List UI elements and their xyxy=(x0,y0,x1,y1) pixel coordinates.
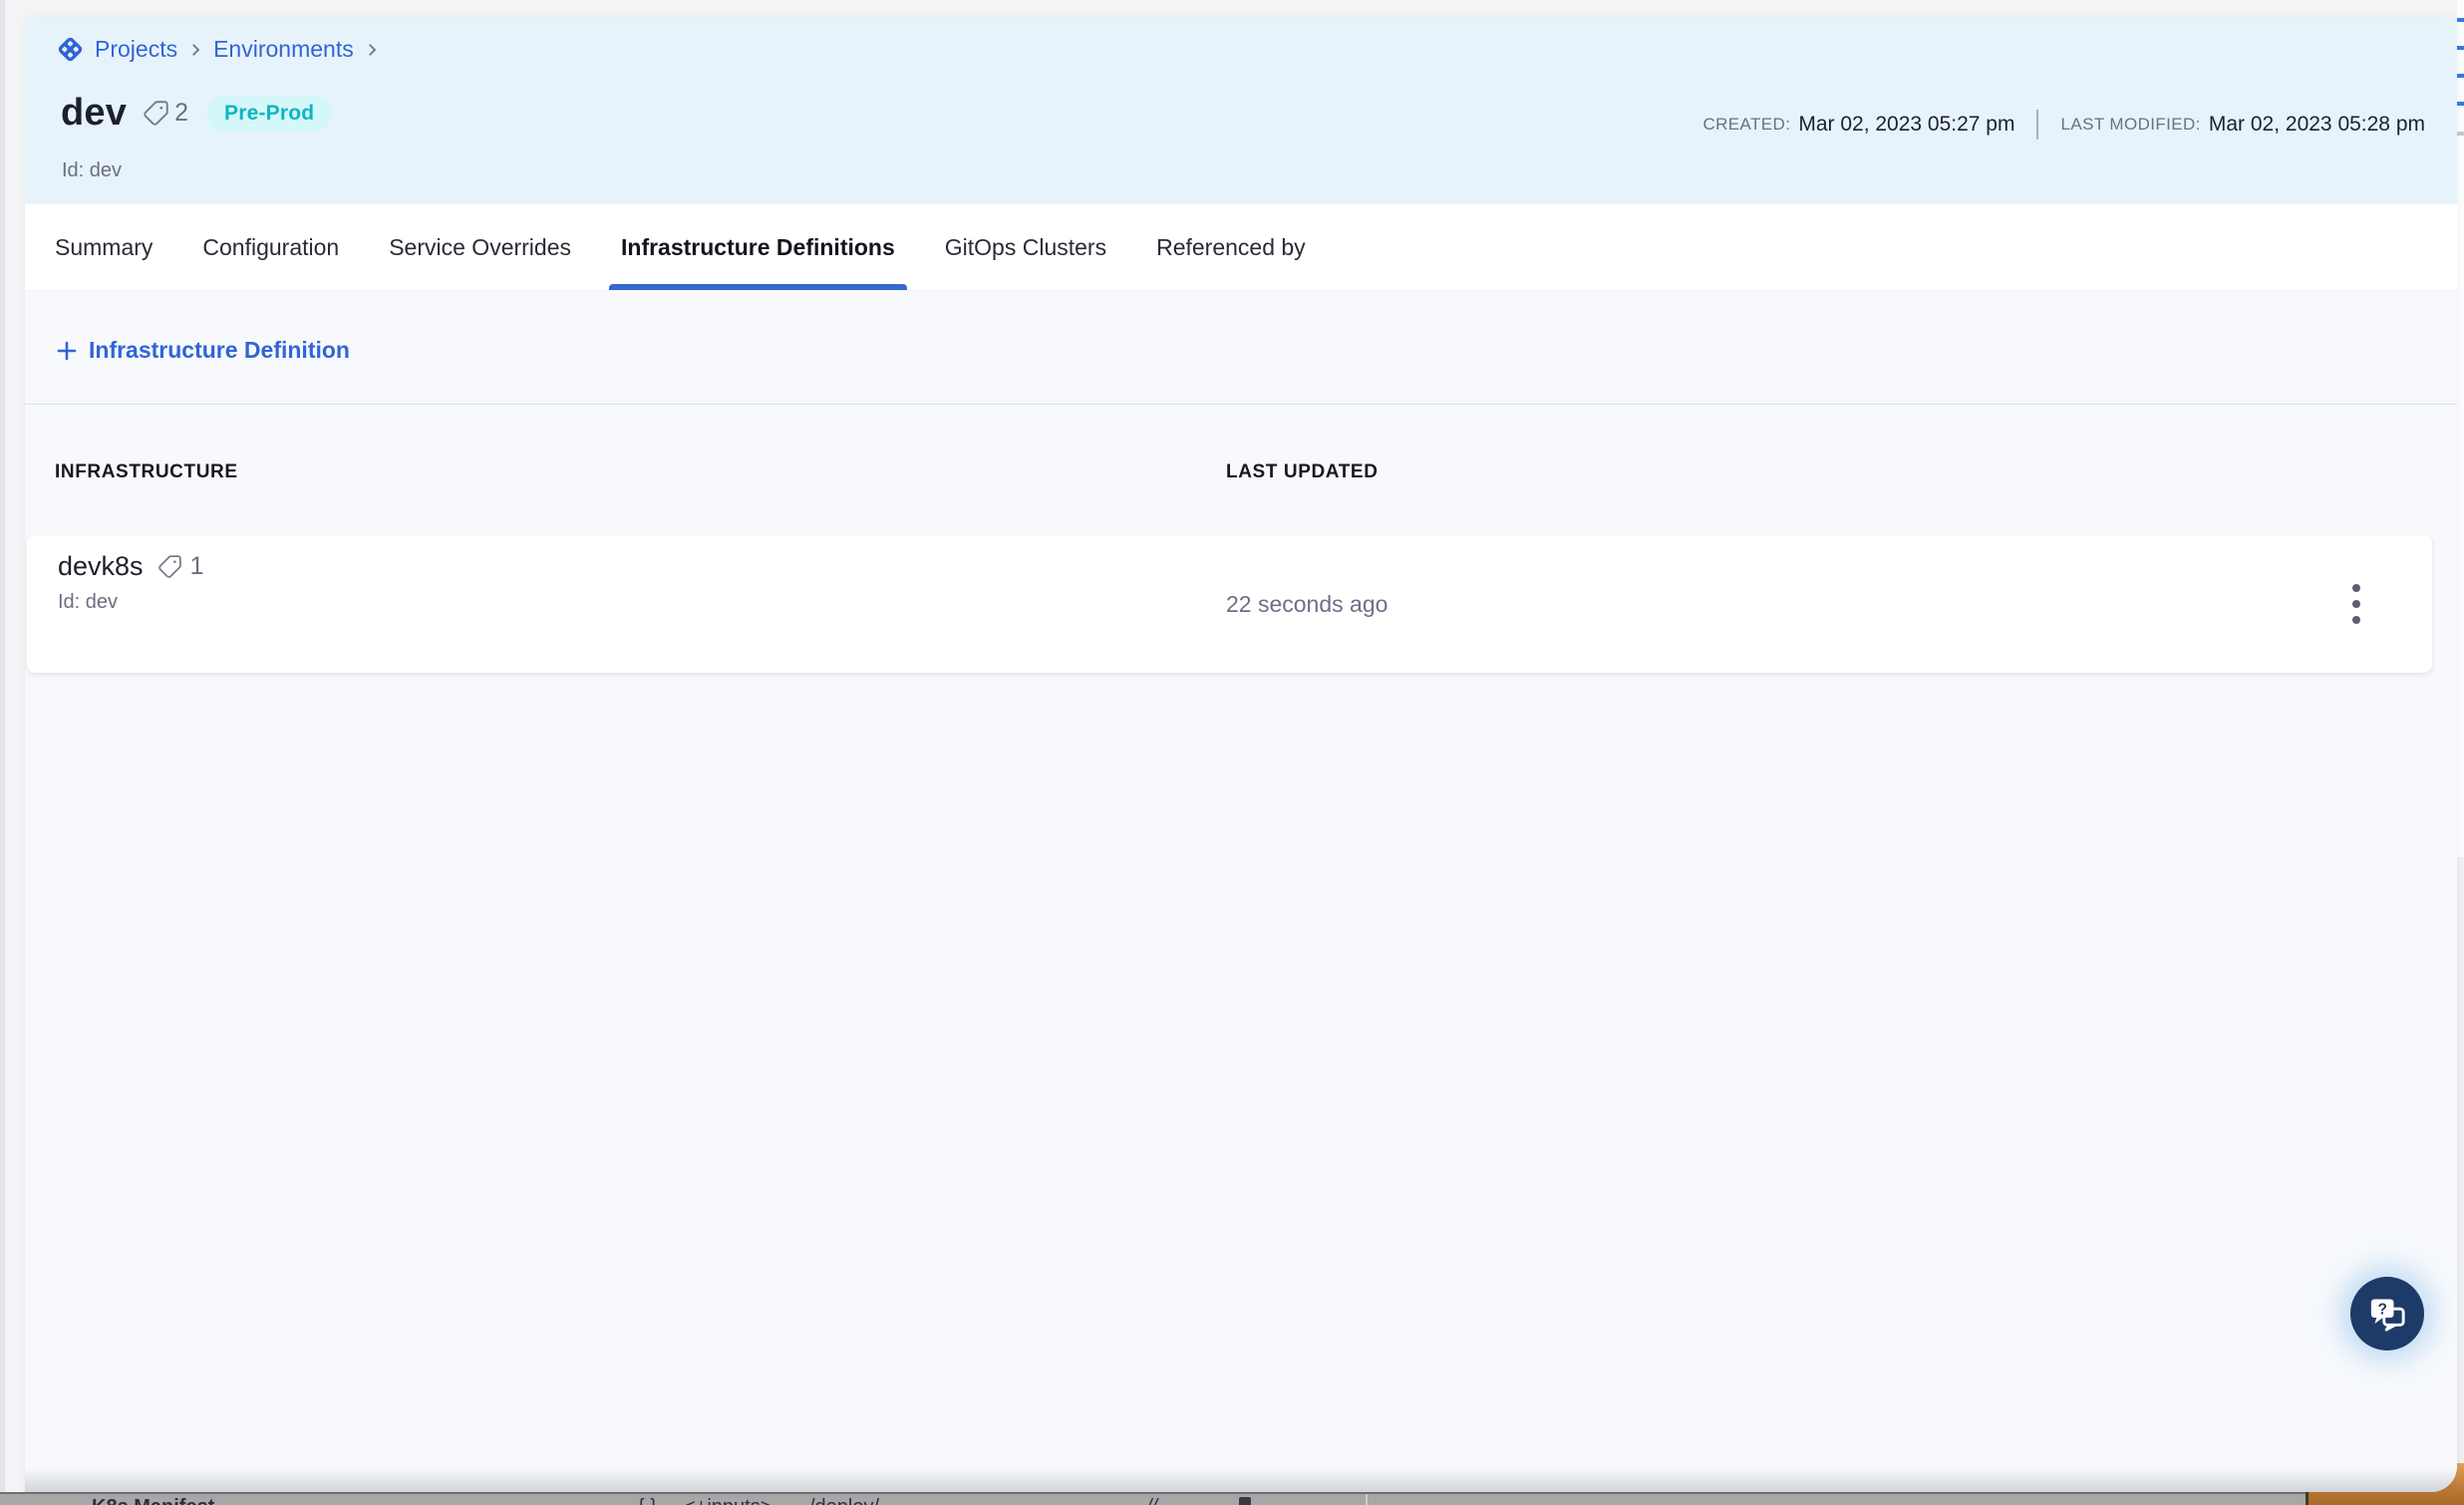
kebab-dot xyxy=(2352,600,2360,608)
tab-referenced-by[interactable]: Referenced by xyxy=(1144,204,1318,290)
breadcrumb-environments-link[interactable]: Environments xyxy=(213,36,354,63)
sliver-lower-area xyxy=(2457,857,2464,1463)
tag-count: 2 xyxy=(174,99,188,128)
breadcrumb-projects-link[interactable]: Projects xyxy=(95,36,177,63)
environment-type-badge: Pre-Prod xyxy=(206,96,332,132)
help-chat-button[interactable]: ? xyxy=(2350,1277,2424,1351)
created-label: CREATED: xyxy=(1702,115,1790,135)
tab-content: Infrastructure Definition INFRASTRUCTURE… xyxy=(25,291,2457,1492)
plus-icon xyxy=(55,339,79,363)
last-updated-cell: 22 seconds ago xyxy=(1226,535,1387,673)
tab-configuration[interactable]: Configuration xyxy=(190,204,351,290)
kebab-dot xyxy=(2352,616,2360,624)
title-row: dev 2 Pre-Prod xyxy=(61,92,332,135)
screen: K8s Manifest { } <+inputs> /deploy/ // xyxy=(0,0,2464,1505)
table-row[interactable]: devk8s 1 Id: dev 22 seconds ago xyxy=(27,535,2432,673)
environment-header: Projects Environments dev xyxy=(25,18,2457,204)
app-window: Projects Environments dev xyxy=(25,18,2457,1492)
tag-icon xyxy=(157,554,182,579)
column-header-infrastructure: INFRASTRUCTURE xyxy=(55,461,238,483)
add-infrastructure-definition-label: Infrastructure Definition xyxy=(89,337,350,364)
background-fragment: // xyxy=(1146,1496,1157,1505)
sliver-blue-line xyxy=(2457,74,2464,78)
last-modified-value: Mar 02, 2023 05:28 pm xyxy=(2209,113,2425,137)
row-options-menu-button[interactable] xyxy=(2346,578,2366,630)
section-divider xyxy=(25,404,2457,405)
add-infrastructure-definition-button[interactable]: Infrastructure Definition xyxy=(55,337,350,364)
sliver-blue-line xyxy=(2457,102,2464,106)
sliver-blue-line xyxy=(2457,46,2464,50)
help-chat-icon: ? xyxy=(2366,1293,2408,1335)
sliver-blue-line xyxy=(2457,18,2464,22)
background-fragment: { } xyxy=(638,1496,657,1505)
tab-summary[interactable]: Summary xyxy=(43,204,164,290)
tab-infrastructure-definitions[interactable]: Infrastructure Definitions xyxy=(609,204,907,290)
last-modified-label: LAST MODIFIED: xyxy=(2060,115,2200,135)
timestamp-divider xyxy=(2036,110,2038,140)
row-tag-count: 1 xyxy=(190,552,204,581)
breadcrumb: Projects Environments xyxy=(55,34,381,65)
background-fragment: K8s Manifest xyxy=(92,1496,214,1505)
projects-icon xyxy=(55,34,86,65)
chevron-right-icon xyxy=(363,41,381,59)
svg-text:?: ? xyxy=(2377,1302,2386,1319)
background-fragment: <+inputs> xyxy=(684,1496,771,1505)
environment-tabs: Summary Configuration Service Overrides … xyxy=(25,204,2457,291)
background-fragment-icon xyxy=(1239,1497,1251,1505)
background-window-right-sliver xyxy=(2457,0,2464,1463)
background-fragment: /deploy/ xyxy=(809,1496,879,1505)
tag-icon xyxy=(143,100,169,127)
infrastructure-name: devk8s xyxy=(58,551,144,582)
infrastructure-cell: devk8s 1 Id: dev xyxy=(58,551,203,614)
column-header-last-updated: LAST UPDATED xyxy=(1226,461,1379,483)
environment-id: Id: dev xyxy=(62,159,122,182)
sliver-gray-line xyxy=(2457,132,2464,136)
created-value: Mar 02, 2023 05:27 pm xyxy=(1798,113,2014,137)
infrastructure-id: Id: dev xyxy=(58,591,203,614)
timestamps: CREATED: Mar 02, 2023 05:27 pm LAST MODI… xyxy=(1702,110,2425,140)
tab-service-overrides[interactable]: Service Overrides xyxy=(377,204,583,290)
screen-edge xyxy=(0,0,5,1505)
background-strip-divider xyxy=(1366,1494,1368,1505)
background-window-strip: K8s Manifest { } <+inputs> /deploy/ // xyxy=(0,1492,2306,1505)
chevron-right-icon xyxy=(186,41,204,59)
tags-indicator: 2 xyxy=(143,99,188,128)
tab-gitops-clusters[interactable]: GitOps Clusters xyxy=(933,204,1118,290)
kebab-dot xyxy=(2352,584,2360,592)
page-title: dev xyxy=(61,92,127,135)
